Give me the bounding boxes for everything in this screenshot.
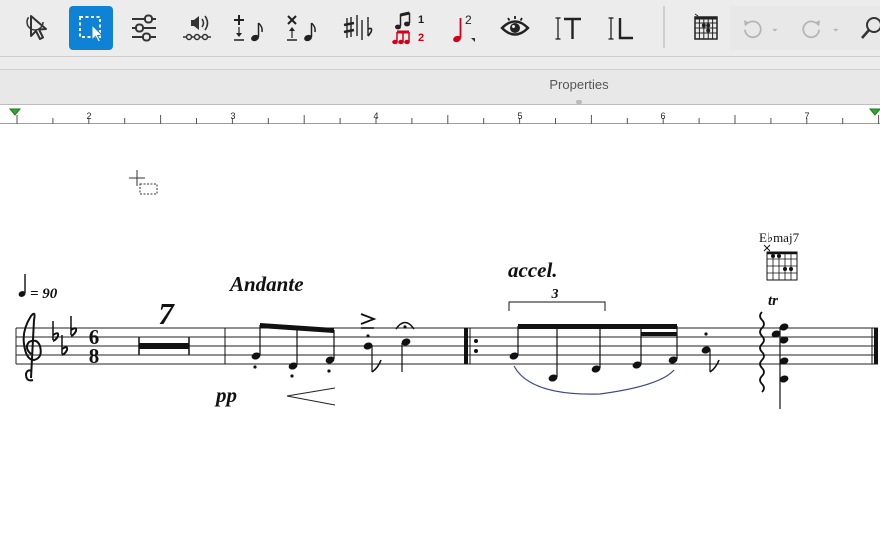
ruler-label: 3 xyxy=(230,111,235,121)
voice-note-icon: 2 xyxy=(453,13,475,43)
fermata-quarter-note[interactable] xyxy=(395,321,415,373)
properties-label: Properties xyxy=(549,77,609,92)
redo-icon xyxy=(802,20,839,39)
ruler-label: 5 xyxy=(517,111,522,121)
trill-marking[interactable]: tr xyxy=(768,293,778,309)
accidentals-tool-button[interactable] xyxy=(334,6,378,50)
lyrics-cursor-icon xyxy=(608,17,633,40)
beamed-note-group[interactable] xyxy=(251,323,336,378)
undo-button[interactable] xyxy=(737,6,781,50)
voice-one-label: 1 xyxy=(418,14,424,26)
tuplet-number: 3 xyxy=(551,287,559,302)
sliders-icon xyxy=(132,14,156,42)
speaker-icon xyxy=(183,15,211,41)
add-note-tool-button[interactable] xyxy=(228,6,272,50)
voice-number-label: 2 xyxy=(465,13,472,27)
ruler-scale: 2 3 4 5 6 7 xyxy=(8,108,880,124)
arrow-cursor-icon xyxy=(26,13,47,40)
treble-clef-icon[interactable] xyxy=(22,312,42,382)
view-tool-button[interactable] xyxy=(493,6,537,50)
sharp-flat-icon xyxy=(343,15,373,40)
toolbar-separator xyxy=(663,6,665,48)
score-page[interactable]: 6 8 = 90 7 Andante pp accel. 3 E♭maj7 tr xyxy=(0,124,880,560)
ruler[interactable]: 2 3 4 5 6 7 xyxy=(0,104,880,124)
toolbar-divider xyxy=(0,56,880,70)
properties-bar[interactable]: Properties xyxy=(0,70,880,104)
ruler-label: 7 xyxy=(804,111,809,121)
ruler-label: 2 xyxy=(86,111,91,121)
redo-button[interactable] xyxy=(798,6,842,50)
search-button[interactable] xyxy=(852,6,880,50)
chord-grid-icon xyxy=(694,13,718,40)
accented-eighth-note[interactable] xyxy=(360,313,382,373)
chord-notes[interactable] xyxy=(771,322,790,409)
marquee-select-icon xyxy=(79,16,104,43)
add-note-icon xyxy=(234,15,263,42)
key-signature[interactable] xyxy=(52,316,78,356)
tempo-marking[interactable]: = 90 xyxy=(18,274,58,302)
playback-tool-button[interactable] xyxy=(175,6,219,50)
voice-two-tool-button[interactable]: 2 xyxy=(440,6,484,50)
selection-tool-button[interactable] xyxy=(16,6,60,50)
right-margin-marker[interactable] xyxy=(868,108,880,116)
chord-diagram[interactable]: E♭maj7 xyxy=(759,230,800,281)
marquee-selection-tool-button[interactable] xyxy=(69,6,113,50)
delete-note-icon xyxy=(287,15,316,42)
magnifier-icon xyxy=(861,17,880,39)
text-tool-button[interactable] xyxy=(546,6,590,50)
score-canvas[interactable]: 6 8 = 90 7 Andante pp accel. 3 E♭maj7 tr xyxy=(0,124,880,560)
left-margin-marker[interactable] xyxy=(8,108,22,116)
staccato-eighth-note[interactable] xyxy=(701,332,720,373)
tuplet-bracket[interactable]: 3 xyxy=(508,287,606,311)
voice-two-label: 2 xyxy=(418,32,424,44)
hairpin[interactable] xyxy=(286,387,336,406)
voices-icon: 1 2 xyxy=(392,11,424,45)
text-cursor-icon xyxy=(555,17,581,40)
tempo-value: = 90 xyxy=(30,286,58,302)
ruler-label: 6 xyxy=(660,111,665,121)
dynamic-marking[interactable]: pp xyxy=(214,383,237,407)
accel-marking[interactable]: accel. xyxy=(508,258,558,282)
tempo-text[interactable]: Andante xyxy=(228,272,304,296)
arpeggio-line[interactable] xyxy=(759,311,765,393)
main-toolbar: 1 2 2 xyxy=(0,0,880,56)
chord-symbol: E♭maj7 xyxy=(759,230,800,245)
eye-icon xyxy=(500,16,530,36)
chord-diagram-tool-button[interactable] xyxy=(684,6,728,50)
multirest-count: 7 xyxy=(158,296,175,331)
voices-tool-button[interactable]: 1 2 xyxy=(387,6,431,50)
beamed-tuplet-group[interactable] xyxy=(509,324,679,383)
crosshair-cursor-icon xyxy=(129,170,158,195)
multi-measure-rest[interactable]: 7 xyxy=(138,296,190,355)
delete-note-tool-button[interactable] xyxy=(281,6,325,50)
lyrics-tool-button[interactable] xyxy=(599,6,643,50)
mixer-tool-button[interactable] xyxy=(122,6,166,50)
ruler-label: 4 xyxy=(373,111,378,121)
undo-icon xyxy=(744,20,778,39)
time-signature-bottom[interactable]: 8 xyxy=(89,344,100,368)
